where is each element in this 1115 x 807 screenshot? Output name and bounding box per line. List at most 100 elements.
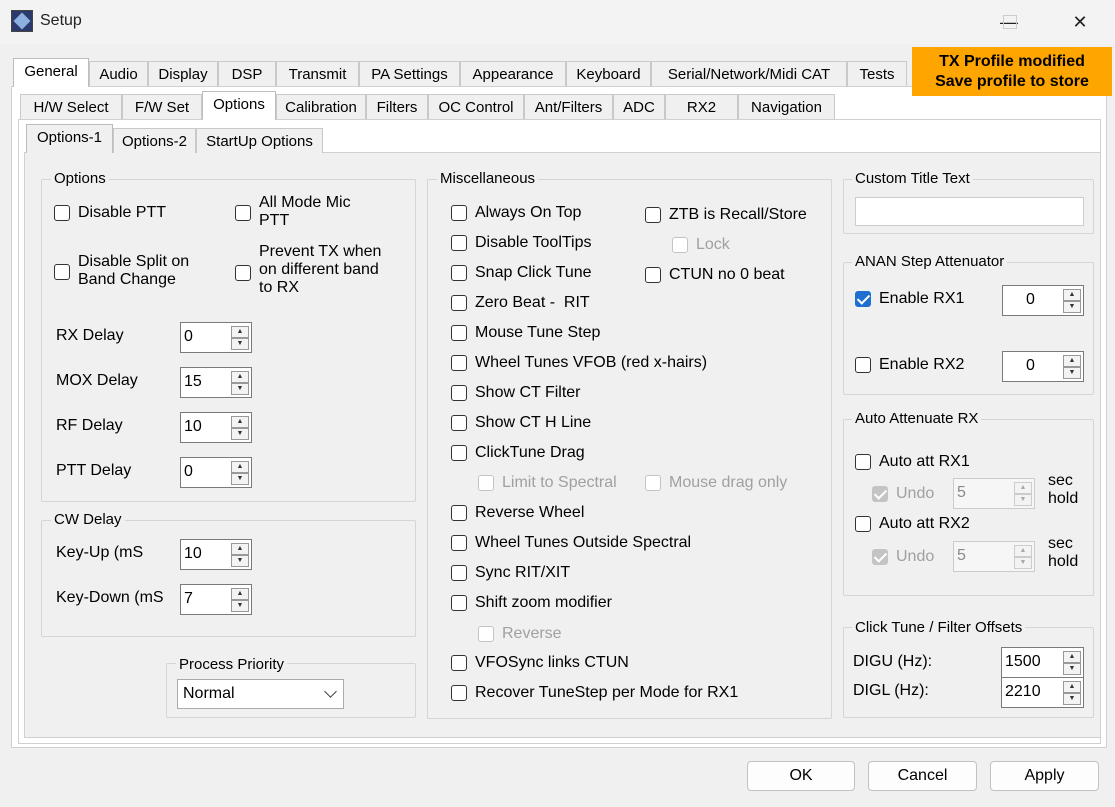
show-ct-h-line-checkbox[interactable]: Show CT H Line bbox=[451, 414, 591, 432]
tab-startup-options[interactable]: StartUp Options bbox=[196, 128, 323, 153]
spin-up-icon[interactable]: ▲ bbox=[231, 416, 249, 428]
undo-rx2-checkbox[interactable]: Undo bbox=[872, 548, 934, 566]
tab-fw-set[interactable]: F/W Set bbox=[122, 94, 202, 119]
ptt-delay-spinner[interactable]: 0 ▲ ▼ bbox=[180, 457, 252, 488]
limit-to-spectral-checkbox[interactable]: Limit to Spectral bbox=[478, 474, 617, 492]
spin-up-icon[interactable]: ▲ bbox=[1063, 681, 1081, 693]
tab-appearance[interactable]: Appearance bbox=[460, 61, 566, 86]
custom-title-input[interactable] bbox=[855, 197, 1084, 226]
spin-down-icon[interactable]: ▼ bbox=[1063, 301, 1081, 313]
wheel-tunes-outside-checkbox[interactable]: Wheel Tunes Outside Spectral bbox=[451, 534, 691, 552]
spin-up-icon[interactable]: ▲ bbox=[1063, 355, 1081, 367]
anan-rx1-spinner[interactable]: 0 ▲ ▼ bbox=[1002, 285, 1084, 316]
zero-beat-rit-checkbox[interactable]: Zero Beat - RIT bbox=[451, 294, 590, 312]
show-ct-filter-checkbox[interactable]: Show CT Filter bbox=[451, 384, 581, 402]
enable-rx1-checkbox[interactable]: Enable RX1 bbox=[855, 290, 964, 308]
tab-oc-control[interactable]: OC Control bbox=[428, 94, 524, 119]
spin-up-icon[interactable]: ▲ bbox=[1014, 545, 1032, 557]
spin-down-icon[interactable]: ▼ bbox=[231, 338, 249, 350]
tab-pa-settings[interactable]: PA Settings bbox=[359, 61, 460, 86]
apply-button[interactable]: Apply bbox=[990, 761, 1099, 791]
spin-down-icon[interactable]: ▼ bbox=[1063, 693, 1081, 705]
digl-spinner[interactable]: 2210 ▲ ▼ bbox=[1001, 677, 1084, 708]
spin-up-icon[interactable]: ▲ bbox=[231, 326, 249, 338]
spin-up-icon[interactable]: ▲ bbox=[1063, 289, 1081, 301]
tab-ant-filters[interactable]: Ant/Filters bbox=[524, 94, 613, 119]
mouse-drag-only-checkbox[interactable]: Mouse drag only bbox=[645, 474, 787, 492]
reverse-wheel-checkbox[interactable]: Reverse Wheel bbox=[451, 504, 584, 522]
tab-audio[interactable]: Audio bbox=[89, 61, 148, 86]
tab-display[interactable]: Display bbox=[148, 61, 218, 86]
undo-rx2-spinner[interactable]: 5 ▲ ▼ bbox=[953, 541, 1035, 572]
checkbox-box bbox=[235, 205, 251, 221]
tab-dsp[interactable]: DSP bbox=[218, 61, 276, 86]
tab-options-1[interactable]: Options-1 bbox=[26, 124, 113, 153]
cancel-button[interactable]: Cancel bbox=[868, 761, 977, 791]
tab-keyboard[interactable]: Keyboard bbox=[566, 61, 651, 86]
tab-calibration[interactable]: Calibration bbox=[276, 94, 366, 119]
tab-navigation[interactable]: Navigation bbox=[738, 94, 835, 119]
vfosync-checkbox[interactable]: VFOSync links CTUN bbox=[451, 654, 629, 672]
ok-button[interactable]: OK bbox=[747, 761, 855, 791]
spin-down-icon[interactable]: ▼ bbox=[1063, 367, 1081, 379]
rx-delay-spinner[interactable]: 0 ▲ ▼ bbox=[180, 322, 252, 353]
auto-att-rx2-checkbox[interactable]: Auto att RX2 bbox=[855, 515, 970, 533]
disable-tooltips-checkbox[interactable]: Disable ToolTips bbox=[451, 234, 592, 252]
spin-up-icon[interactable]: ▲ bbox=[1014, 482, 1032, 494]
undo-rx1-spinner[interactable]: 5 ▲ ▼ bbox=[953, 478, 1035, 509]
rf-delay-spinner[interactable]: 10 ▲ ▼ bbox=[180, 412, 252, 443]
spin-down-icon[interactable]: ▼ bbox=[231, 555, 249, 567]
clicktune-drag-checkbox[interactable]: ClickTune Drag bbox=[451, 444, 585, 462]
lock-checkbox[interactable]: Lock bbox=[672, 236, 730, 254]
all-mode-mic-ptt-checkbox[interactable]: All Mode Mic PTT bbox=[235, 194, 351, 230]
ctun-no-0-beat-checkbox[interactable]: CTUN no 0 beat bbox=[645, 266, 785, 284]
reverse-checkbox[interactable]: Reverse bbox=[478, 625, 562, 643]
tab-serial-network-midi-cat[interactable]: Serial/Network/Midi CAT bbox=[651, 61, 847, 86]
snap-click-tune-checkbox[interactable]: Snap Click Tune bbox=[451, 264, 592, 282]
checkbox-box bbox=[672, 237, 688, 253]
enable-rx2-checkbox[interactable]: Enable RX2 bbox=[855, 356, 964, 374]
spin-up-icon[interactable]: ▲ bbox=[231, 588, 249, 600]
tab-tests[interactable]: Tests bbox=[847, 61, 907, 86]
tab-options[interactable]: Options bbox=[202, 91, 276, 120]
spin-up-icon[interactable]: ▲ bbox=[1063, 651, 1081, 663]
checkbox-box bbox=[451, 295, 467, 311]
auto-att-rx1-checkbox[interactable]: Auto att RX1 bbox=[855, 453, 970, 471]
tab-filters[interactable]: Filters bbox=[366, 94, 428, 119]
tab-transmit[interactable]: Transmit bbox=[276, 61, 359, 86]
undo-rx1-checkbox[interactable]: Undo bbox=[872, 485, 934, 503]
tab-options-2[interactable]: Options-2 bbox=[113, 128, 196, 153]
spin-down-icon[interactable]: ▼ bbox=[1014, 494, 1032, 506]
key-up-spinner[interactable]: 10 ▲ ▼ bbox=[180, 539, 252, 570]
spin-down-icon[interactable]: ▼ bbox=[231, 600, 249, 612]
spin-up-icon[interactable]: ▲ bbox=[231, 371, 249, 383]
tab-adc[interactable]: ADC bbox=[613, 94, 665, 119]
close-icon[interactable]: ✕ bbox=[1045, 0, 1115, 44]
checkbox-label: Shift zoom modifier bbox=[475, 594, 612, 611]
key-down-spinner[interactable]: 7 ▲ ▼ bbox=[180, 584, 252, 615]
process-priority-select[interactable]: Normal bbox=[177, 679, 344, 709]
ztb-recall-store-checkbox[interactable]: ZTB is Recall/Store bbox=[645, 206, 807, 224]
recover-tunestep-checkbox[interactable]: Recover TuneStep per Mode for RX1 bbox=[451, 684, 738, 702]
spin-down-icon[interactable]: ▼ bbox=[1063, 663, 1081, 675]
always-on-top-checkbox[interactable]: Always On Top bbox=[451, 204, 581, 222]
spin-down-icon[interactable]: ▼ bbox=[231, 473, 249, 485]
digu-spinner[interactable]: 1500 ▲ ▼ bbox=[1001, 647, 1084, 678]
tab-rx2[interactable]: RX2 bbox=[665, 94, 738, 119]
prevent-tx-checkbox[interactable]: Prevent TX when on different band to RX bbox=[235, 243, 381, 297]
mouse-tune-step-checkbox[interactable]: Mouse Tune Step bbox=[451, 324, 600, 342]
disable-ptt-checkbox[interactable]: Disable PTT bbox=[54, 204, 166, 222]
spin-down-icon[interactable]: ▼ bbox=[1014, 557, 1032, 569]
mox-delay-spinner[interactable]: 15 ▲ ▼ bbox=[180, 367, 252, 398]
disable-split-checkbox[interactable]: Disable Split on Band Change bbox=[54, 253, 189, 289]
tab-hw-select[interactable]: H/W Select bbox=[20, 94, 122, 119]
spin-up-icon[interactable]: ▲ bbox=[231, 461, 249, 473]
spin-down-icon[interactable]: ▼ bbox=[231, 383, 249, 395]
tab-general[interactable]: General bbox=[13, 58, 89, 87]
spin-up-icon[interactable]: ▲ bbox=[231, 543, 249, 555]
sync-rit-xit-checkbox[interactable]: Sync RIT/XIT bbox=[451, 564, 570, 582]
wheel-tunes-vfob-checkbox[interactable]: Wheel Tunes VFOB (red x-hairs) bbox=[451, 354, 707, 372]
anan-rx2-spinner[interactable]: 0 ▲ ▼ bbox=[1002, 351, 1084, 382]
spin-down-icon[interactable]: ▼ bbox=[231, 428, 249, 440]
shift-zoom-checkbox[interactable]: Shift zoom modifier bbox=[451, 594, 612, 612]
